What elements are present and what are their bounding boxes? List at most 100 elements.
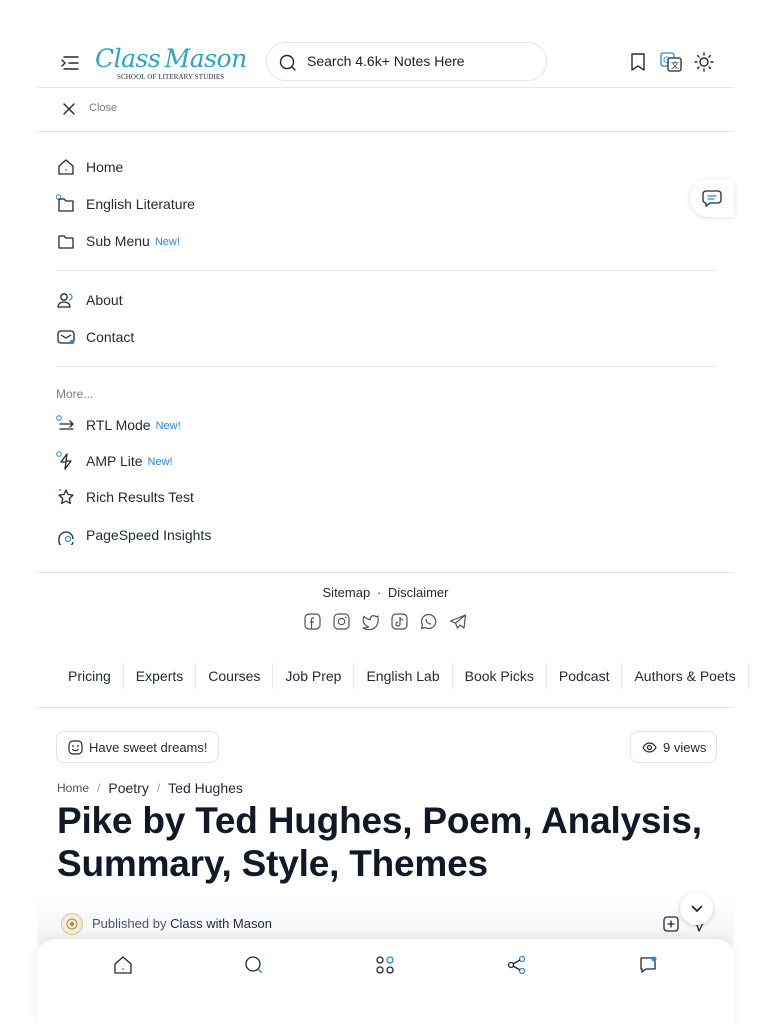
svg-text:文: 文 bbox=[671, 60, 679, 70]
published-by: Published by Class with Mason bbox=[92, 916, 272, 931]
add-bookmark-icon[interactable] bbox=[662, 915, 680, 938]
menu-item-home[interactable]: Home bbox=[56, 152, 123, 182]
link-separator: · bbox=[376, 585, 382, 600]
author-name[interactable]: Class with Mason bbox=[170, 916, 272, 931]
greeting-text: Have sweet dreams! bbox=[89, 739, 208, 755]
search-icon bbox=[245, 956, 263, 974]
new-badge: New! bbox=[154, 236, 180, 248]
tiktok-icon[interactable] bbox=[390, 612, 409, 631]
bottom-nav-search[interactable] bbox=[243, 954, 265, 976]
swap-icon bbox=[56, 415, 76, 435]
bottom-nav-home[interactable] bbox=[112, 954, 134, 976]
site-header: Class Mason SCHOOL OF LITERARY STUDIES S… bbox=[37, 40, 734, 88]
footer-links: Sitemap · Disclaimer bbox=[37, 585, 734, 600]
author-avatar[interactable] bbox=[61, 913, 83, 935]
bookmark-button[interactable] bbox=[627, 51, 649, 73]
smile-icon bbox=[67, 739, 83, 755]
home-icon bbox=[56, 157, 76, 177]
nav-divider bbox=[37, 707, 734, 708]
search-placeholder: Search 4.6k+ Notes Here bbox=[307, 53, 465, 69]
views-chip: 9 views bbox=[630, 731, 718, 763]
nav-link-authors-poets[interactable]: Authors & Poets bbox=[622, 663, 749, 689]
menu-item-about[interactable]: About bbox=[56, 285, 123, 315]
site-logo[interactable]: Class Mason SCHOOL OF LITERARY STUDIES bbox=[95, 44, 247, 84]
greeting-chip: Have sweet dreams! bbox=[56, 731, 219, 763]
nav-link-job-prep[interactable]: Job Prep bbox=[273, 663, 355, 689]
search-icon bbox=[279, 54, 296, 71]
sitemap-link[interactable]: Sitemap bbox=[323, 585, 371, 600]
menu-collapse-button[interactable] bbox=[59, 52, 81, 74]
menu-item-english-literature[interactable]: English Literature bbox=[56, 189, 195, 219]
scroll-down-button[interactable] bbox=[680, 892, 713, 925]
views-count: 9 views bbox=[663, 739, 707, 755]
menu-divider bbox=[56, 366, 715, 367]
folder-icon bbox=[56, 194, 76, 214]
menu-item-label: Sub Menu bbox=[86, 233, 150, 249]
more-section-label: More... bbox=[56, 387, 94, 401]
twitter-icon[interactable] bbox=[361, 612, 380, 631]
logo-tagline: SCHOOL OF LITERARY STUDIES bbox=[117, 73, 225, 81]
menu-item-rich-results-test[interactable]: Rich Results Test bbox=[56, 482, 194, 512]
page-frame: Class Mason SCHOOL OF LITERARY STUDIES S… bbox=[37, 0, 749, 1024]
whatsapp-icon[interactable] bbox=[419, 612, 438, 631]
users-icon bbox=[56, 290, 76, 310]
nav-link-podcast[interactable]: Podcast bbox=[547, 663, 623, 689]
nav-link-english-lab[interactable]: English Lab bbox=[354, 663, 453, 689]
published-prefix: Published by bbox=[92, 916, 167, 931]
comment-icon bbox=[702, 190, 722, 207]
menu-collapse-icon bbox=[61, 56, 79, 70]
star-icon bbox=[56, 487, 76, 507]
sun-icon bbox=[694, 52, 714, 72]
bottom-nav-categories[interactable] bbox=[374, 954, 396, 976]
breadcrumb-separator: / bbox=[97, 781, 101, 795]
menu-item-rtl-mode[interactable]: RTL Mode New! bbox=[56, 410, 181, 440]
menu-item-label: English Literature bbox=[86, 196, 195, 212]
chevron-down-icon bbox=[691, 905, 702, 912]
share-icon bbox=[507, 955, 526, 975]
breadcrumb-separator: / bbox=[156, 781, 161, 795]
breadcrumb-category[interactable]: Poetry bbox=[108, 780, 148, 796]
gauge-icon bbox=[56, 525, 76, 545]
menu-item-label: AMP Lite bbox=[86, 453, 143, 469]
bottom-nav-share[interactable] bbox=[506, 954, 528, 976]
theme-toggle[interactable] bbox=[693, 51, 715, 73]
close-label: Close bbox=[89, 102, 118, 114]
menu-item-label: Contact bbox=[86, 329, 135, 345]
nav-link-courses[interactable]: Courses bbox=[196, 663, 274, 689]
bookmark-icon bbox=[631, 53, 645, 71]
new-badge: New! bbox=[155, 420, 181, 432]
nav-link-pricing[interactable]: Pricing bbox=[56, 663, 124, 689]
close-icon bbox=[63, 103, 75, 115]
search-bar[interactable]: Search 4.6k+ Notes Here bbox=[266, 42, 547, 81]
new-badge: New! bbox=[147, 456, 173, 468]
grid-icon bbox=[376, 956, 394, 974]
drawer-close-row[interactable]: Close bbox=[37, 88, 734, 132]
menu-item-label: Rich Results Test bbox=[86, 489, 194, 505]
social-links bbox=[303, 612, 467, 631]
breadcrumb: Home / Poetry / Ted Hughes bbox=[57, 780, 243, 796]
translate-button[interactable]: G 文 bbox=[660, 51, 682, 73]
mail-icon bbox=[56, 327, 76, 347]
post-title: Pike by Ted Hughes, Poem, Analysis, Summ… bbox=[57, 800, 702, 884]
menu-item-label: PageSpeed Insights bbox=[86, 527, 212, 543]
menu-item-contact[interactable]: Contact bbox=[56, 322, 134, 352]
bottom-nav-comments[interactable] bbox=[637, 954, 659, 976]
nav-link-experts[interactable]: Experts bbox=[124, 663, 197, 689]
bottom-navigation bbox=[37, 939, 734, 1024]
menu-item-pagespeed-insights[interactable]: PageSpeed Insights bbox=[56, 520, 211, 550]
nav-link-book-picks[interactable]: Book Picks bbox=[453, 663, 547, 689]
facebook-icon[interactable] bbox=[303, 612, 322, 631]
bolt-icon bbox=[56, 451, 76, 471]
disclaimer-link[interactable]: Disclaimer bbox=[388, 585, 449, 600]
menu-item-amp-lite[interactable]: AMP Lite New! bbox=[56, 446, 173, 476]
floating-comments-button[interactable] bbox=[690, 179, 734, 217]
menu-divider bbox=[56, 270, 715, 271]
breadcrumb-subcategory[interactable]: Ted Hughes bbox=[168, 780, 243, 796]
breadcrumb-home[interactable]: Home bbox=[57, 781, 89, 795]
menu-item-sub-menu[interactable]: Sub Menu New! bbox=[56, 226, 180, 256]
translate-icon: G 文 bbox=[660, 52, 682, 72]
telegram-icon[interactable] bbox=[448, 612, 467, 631]
comment-icon bbox=[640, 956, 657, 973]
instagram-icon[interactable] bbox=[332, 612, 351, 631]
footer-divider bbox=[37, 572, 734, 573]
